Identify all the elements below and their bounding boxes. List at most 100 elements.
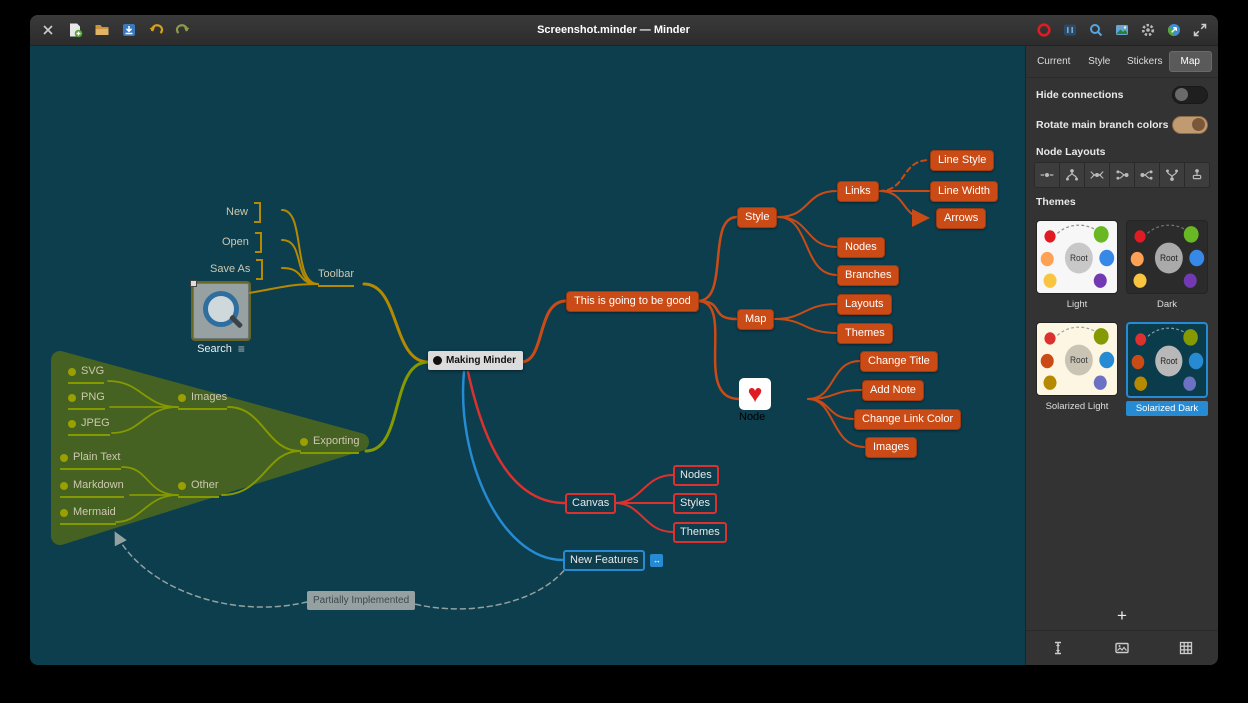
node-open[interactable]: Open — [222, 232, 262, 256]
node-line-width[interactable]: Line Width — [930, 181, 998, 202]
node-styles-red[interactable]: Styles — [673, 493, 717, 514]
search-icon[interactable] — [1088, 22, 1104, 38]
resize-badge-icon[interactable]: ↔ — [650, 554, 663, 567]
node-svg[interactable]: SVG — [68, 364, 104, 384]
node-toolbar[interactable]: Toolbar — [318, 267, 354, 287]
image-icon[interactable] — [1114, 640, 1130, 656]
rotate-branch-colors-toggle[interactable] — [1172, 116, 1208, 134]
node-nodes-red[interactable]: Nodes — [673, 465, 719, 486]
node-links[interactable]: Links — [837, 181, 879, 202]
node-new[interactable]: New — [226, 202, 261, 226]
branch-bracket-icon — [254, 202, 261, 223]
svg-text:Root: Root — [1160, 356, 1178, 367]
node-label: Line Width — [938, 185, 990, 197]
record-icon[interactable] — [1036, 22, 1052, 38]
node-label: Markdown — [73, 478, 124, 493]
settings-icon[interactable] — [1140, 22, 1156, 38]
layout-horizontal-button[interactable] — [1085, 162, 1110, 188]
redo-icon[interactable] — [175, 22, 191, 38]
node-label: Plain Text — [73, 450, 121, 465]
node-other[interactable]: Other — [178, 478, 219, 498]
layout-to-right-button[interactable] — [1135, 162, 1160, 188]
board-icon[interactable] — [1062, 22, 1078, 38]
svg-text:Root: Root — [1070, 355, 1088, 365]
node-layouts[interactable]: Layouts — [837, 294, 892, 315]
close-icon[interactable] — [40, 22, 56, 38]
node-nodes-style[interactable]: Nodes — [837, 237, 885, 258]
mindmap-canvas[interactable]: Making Minder This is going to be good Sty… — [30, 46, 1025, 665]
node-layouts-row — [1026, 162, 1218, 188]
theme-preview: Root — [1036, 220, 1118, 294]
hide-connections-toggle[interactable] — [1172, 86, 1208, 104]
layout-to-left-button[interactable] — [1110, 162, 1135, 188]
titlebar[interactable]: Screenshot.minder — Minder — [30, 15, 1218, 46]
tab-style[interactable]: Style — [1078, 51, 1122, 72]
hide-connections-label: Hide connections — [1036, 89, 1124, 101]
root-bullet-icon — [433, 356, 442, 365]
layout-upwards-button[interactable] — [1160, 162, 1185, 188]
text-fit-icon[interactable] — [1050, 640, 1066, 656]
sidebar: CurrentStyleStickersMap Hide connections… — [1025, 46, 1218, 665]
node-this-is-going-to-be-good[interactable]: This is going to be good — [566, 291, 699, 312]
node-markdown[interactable]: Markdown — [60, 478, 124, 498]
open-folder-icon[interactable] — [94, 22, 110, 38]
node-themes-red[interactable]: Themes — [673, 522, 727, 543]
themes-grid: RootLightRootDarkRootSolarized LightRoot… — [1026, 212, 1218, 424]
node-label: Links — [845, 185, 871, 197]
node-new-features[interactable]: New Features↔ — [563, 550, 645, 571]
titlebar-left-icons — [40, 22, 191, 38]
node-heart-node[interactable]: ♥Node — [739, 378, 771, 425]
node-save-as[interactable]: Save As — [210, 259, 263, 283]
share-icon[interactable] — [1166, 22, 1182, 38]
toggle-knob — [1192, 118, 1205, 131]
theme-solarized-light[interactable]: Root Solarized Light — [1036, 322, 1118, 416]
tab-stickers[interactable]: Stickers — [1123, 51, 1167, 72]
node-arrows[interactable]: Arrows — [936, 208, 986, 229]
node-change-title[interactable]: Change Title — [860, 351, 938, 372]
node-making-minder[interactable]: Making Minder — [428, 351, 523, 370]
new-document-icon[interactable] — [67, 22, 83, 38]
node-search-node[interactable]: Search≡ — [193, 283, 249, 357]
theme-solarized-dark[interactable]: RootSolarized Dark — [1126, 322, 1208, 416]
node-style[interactable]: Style — [737, 207, 777, 228]
node-images-left[interactable]: Images — [178, 390, 227, 410]
layout-downwards-button[interactable] — [1185, 162, 1210, 188]
node-change-link-color[interactable]: Change Link Color — [854, 409, 961, 430]
grid-icon[interactable] — [1178, 640, 1194, 656]
fullscreen-icon[interactable] — [1192, 22, 1208, 38]
rotate-branch-colors-row: Rotate main branch colors — [1026, 108, 1218, 138]
image-export-icon[interactable] — [1114, 22, 1130, 38]
undo-icon[interactable] — [148, 22, 164, 38]
node-label: Mermaid — [73, 505, 116, 520]
node-themes-map[interactable]: Themes — [837, 323, 893, 344]
sidebar-scroll: Hide connections Rotate main branch colo… — [1026, 78, 1218, 630]
note-menu-icon[interactable]: ≡ — [238, 342, 245, 357]
layout-vertical-button[interactable] — [1060, 162, 1085, 188]
theme-light[interactable]: RootLight — [1036, 220, 1118, 312]
add-theme-row: + — [1026, 602, 1218, 630]
node-add-note[interactable]: Add Note — [862, 380, 924, 401]
node-jpeg[interactable]: JPEG — [68, 416, 110, 436]
save-export-icon[interactable] — [121, 22, 137, 38]
node-images-node[interactable]: Images — [865, 437, 917, 458]
resize-handle[interactable] — [190, 280, 197, 287]
tab-map[interactable]: Map — [1169, 51, 1213, 72]
node-partially-implemented[interactable]: Partially Implemented — [307, 591, 415, 610]
branch-dot-icon — [178, 394, 186, 402]
node-canvas-node[interactable]: Canvas — [565, 493, 616, 514]
theme-name: Solarized Light — [1036, 399, 1118, 414]
node-exporting[interactable]: Exporting — [300, 434, 359, 454]
node-label: Themes — [680, 526, 720, 538]
node-plain-text[interactable]: Plain Text — [60, 450, 121, 470]
node-mermaid[interactable]: Mermaid — [60, 505, 116, 525]
layout-manual-button[interactable] — [1034, 162, 1060, 188]
node-label: Map — [745, 313, 766, 325]
node-line-style[interactable]: Line Style — [930, 150, 994, 171]
add-theme-button[interactable]: + — [1111, 606, 1133, 625]
theme-name: Dark — [1126, 297, 1208, 312]
tab-current[interactable]: Current — [1032, 51, 1076, 72]
theme-dark[interactable]: RootDark — [1126, 220, 1208, 312]
node-png[interactable]: PNG — [68, 390, 105, 410]
node-branches[interactable]: Branches — [837, 265, 899, 286]
node-map[interactable]: Map — [737, 309, 774, 330]
